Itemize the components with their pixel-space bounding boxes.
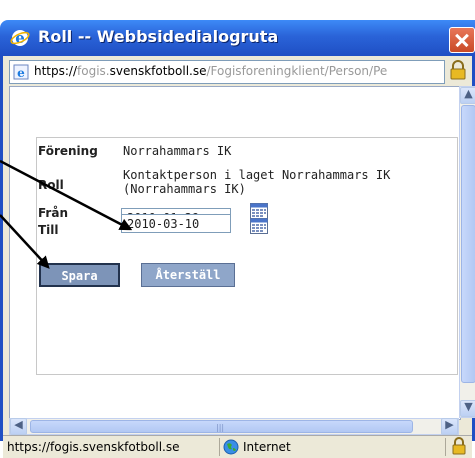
window-title: Roll -- Webbsidedialogruta: [38, 27, 279, 46]
save-button[interactable]: Spara: [39, 263, 120, 287]
till-label: Till: [38, 223, 59, 237]
reset-button[interactable]: Återställ: [141, 263, 235, 287]
close-icon[interactable]: [449, 27, 475, 53]
horizontal-scrollbar[interactable]: ◀ ||| ▶: [9, 418, 459, 435]
svg-text:e: e: [17, 66, 25, 80]
lock-icon[interactable]: [449, 60, 467, 80]
url-host: svenskfotboll.se: [109, 64, 207, 78]
horizontal-scroll-thumb[interactable]: |||: [30, 420, 413, 433]
status-url: https://fogis.svenskfotboll.se: [7, 440, 180, 454]
vertical-scrollbar[interactable]: ▲ ▼: [459, 86, 475, 418]
roll-value-line1: Kontaktperson i laget Norrahammars IK: [123, 168, 391, 182]
roll-value-line2: (Norrahammars IK): [123, 182, 246, 196]
globe-icon: [223, 439, 239, 455]
fran-label: Från: [38, 206, 68, 220]
lock-icon[interactable]: [451, 437, 467, 455]
svg-text:e: e: [15, 29, 25, 47]
title-bar[interactable]: e Roll -- Webbsidedialogruta: [0, 20, 475, 56]
scroll-right-icon[interactable]: ▶: [441, 418, 458, 435]
address-bar[interactable]: e https://fogis.svenskfotboll.se/Fogisfo…: [9, 60, 445, 84]
forening-value: Norrahammars IK: [123, 144, 232, 158]
calendar-icon[interactable]: [250, 218, 268, 234]
dialog-frame: e https://fogis.svenskfotboll.se/Fogisfo…: [0, 56, 475, 458]
url-path: /Fogisforeningklient/Person/Pe: [206, 64, 388, 78]
vertical-scroll-thumb[interactable]: [461, 105, 475, 383]
till-date-input[interactable]: 2010-03-10: [121, 214, 231, 233]
url-subdomain: fogis.: [77, 64, 110, 78]
dialog-window: e Roll -- Webbsidedialogruta e https://f…: [0, 20, 475, 458]
status-bar: https://fogis.svenskfotboll.se Internet: [3, 435, 472, 458]
scroll-up-icon[interactable]: ▲: [460, 87, 475, 104]
calendar-icon[interactable]: [250, 203, 268, 219]
desktop-background: [0, 0, 475, 22]
ie-icon: e: [10, 29, 30, 47]
url-scheme: https://: [34, 64, 78, 78]
scroll-down-icon[interactable]: ▼: [460, 400, 475, 417]
scroll-left-icon[interactable]: ◀: [10, 418, 27, 435]
roll-label: Roll: [38, 178, 64, 192]
address-url: https://fogis.svenskfotboll.se/Fogisfore…: [34, 64, 440, 78]
ie-page-icon: e: [13, 64, 29, 80]
dialog-content: [9, 86, 461, 420]
forening-label: Förening: [38, 144, 98, 158]
status-zone: Internet: [243, 440, 291, 454]
